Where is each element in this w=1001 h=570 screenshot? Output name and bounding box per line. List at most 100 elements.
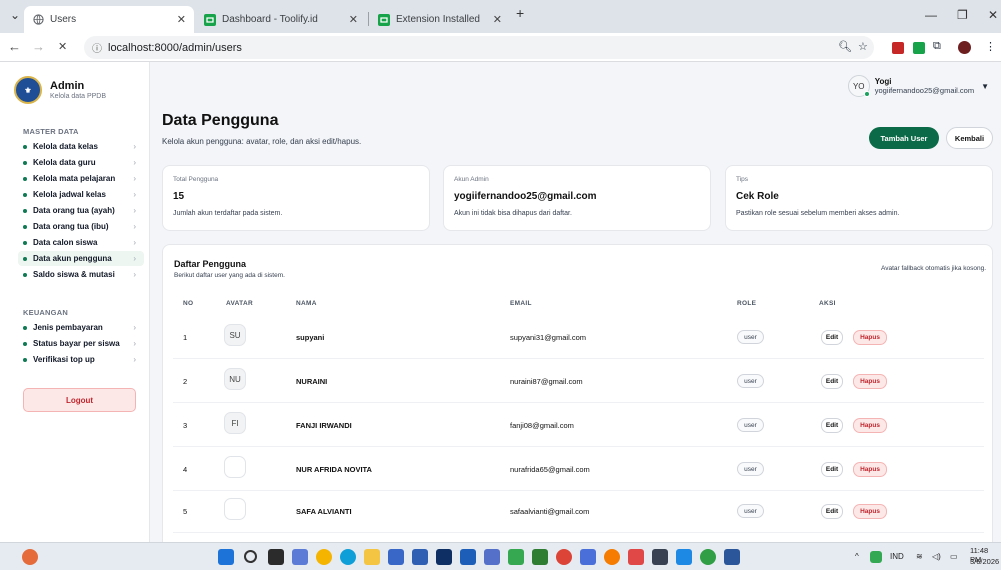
- edit-button[interactable]: Edit: [821, 418, 843, 433]
- tab-title: Users: [50, 14, 77, 25]
- sidebar-item-kelola-mata-pelajaran[interactable]: Kelola mata pelajaran ›: [18, 171, 144, 186]
- taskbar: ^ IND ≋ ◁) ▭ 11:48 PM 3/6/2026: [0, 542, 1001, 570]
- tray-app-icon[interactable]: [870, 551, 882, 563]
- edge-icon[interactable]: [340, 549, 356, 565]
- tab-users[interactable]: Users ✕: [24, 6, 194, 33]
- tab-list-icon[interactable]: ⌄: [10, 8, 20, 22]
- battery-icon[interactable]: ▭: [950, 552, 958, 561]
- sidebar-item-data-calon-siswa[interactable]: Data calon siswa ›: [18, 235, 144, 250]
- chrome-profile-icon[interactable]: [700, 549, 716, 565]
- sidebar-item-kelola-data-guru[interactable]: Kelola data guru ›: [18, 155, 144, 170]
- sidebar-item-verifikasi-top-up[interactable]: Verifikasi top up ›: [18, 352, 144, 367]
- card-description: Pastikan role sesuai sebelum memberi aks…: [736, 210, 900, 217]
- sidebar-item-data-orang-tua-ibu[interactable]: Data orang tua (ibu) ›: [18, 219, 144, 234]
- caret-down-icon[interactable]: ▼: [981, 82, 989, 91]
- app-icon[interactable]: [460, 549, 476, 565]
- bullet-icon: [23, 325, 27, 330]
- excel-icon[interactable]: [532, 549, 548, 565]
- app-icon[interactable]: [316, 549, 332, 565]
- delete-button[interactable]: Hapus: [853, 418, 887, 433]
- back-icon[interactable]: ←: [8, 39, 21, 54]
- app-icon[interactable]: [412, 549, 428, 565]
- extension-red-icon[interactable]: [892, 42, 904, 54]
- delete-button[interactable]: Hapus: [853, 330, 887, 345]
- delete-button[interactable]: Hapus: [853, 504, 887, 519]
- sidebar-item-label: Kelola data guru: [33, 158, 96, 167]
- windows-start-icon[interactable]: [218, 549, 234, 565]
- avatar: YO: [847, 75, 870, 97]
- clock-date[interactable]: 3/6/2026: [970, 557, 999, 566]
- close-icon[interactable]: ✕: [349, 13, 358, 26]
- chevron-up-icon[interactable]: ^: [855, 552, 859, 561]
- terminal-icon[interactable]: [652, 549, 668, 565]
- row-divider: [173, 358, 984, 359]
- extensions-puzzle-icon[interactable]: ⧉: [933, 40, 941, 53]
- weather-icon[interactable]: [22, 549, 38, 565]
- file-explorer-icon[interactable]: [364, 549, 380, 565]
- task-view-icon[interactable]: [268, 549, 284, 565]
- sidebar-item-jenis-pembayaran[interactable]: Jenis pembayaran ›: [18, 320, 144, 335]
- sidebar-item-saldo-siswa-mutasi[interactable]: Saldo siswa & mutasi ›: [18, 267, 144, 282]
- volume-icon[interactable]: ◁): [932, 552, 941, 561]
- sidebar-item-data-orang-tua-ayah[interactable]: Data orang tua (ayah) ›: [18, 203, 144, 218]
- brand-title: Admin: [50, 80, 85, 92]
- app-icon[interactable]: [580, 549, 596, 565]
- wifi-icon[interactable]: ≋: [916, 552, 923, 561]
- close-icon[interactable]: ✕: [493, 13, 502, 26]
- sidebar-item-kelola-jadwal-kelas[interactable]: Kelola jadwal kelas ›: [18, 187, 144, 202]
- delete-button[interactable]: Hapus: [853, 374, 887, 389]
- url-input[interactable]: ⓘ localhost:8000/admin/users: [84, 36, 874, 59]
- card-label: Total Pengguna: [173, 176, 219, 183]
- close-window-icon[interactable]: ✕: [988, 8, 998, 22]
- app-icon[interactable]: [628, 549, 644, 565]
- avatar: SU: [224, 324, 246, 346]
- sidebar-item-kelola-data-kelas[interactable]: Kelola data kelas ›: [18, 139, 144, 154]
- search-icon[interactable]: [244, 550, 257, 563]
- app-icon[interactable]: [484, 549, 500, 565]
- delete-button[interactable]: Hapus: [853, 462, 887, 477]
- back-button[interactable]: Kembali: [946, 127, 993, 149]
- new-tab-icon[interactable]: +: [516, 5, 524, 21]
- logout-button[interactable]: Logout: [23, 388, 136, 412]
- menu-dots-icon[interactable]: ⋮: [985, 40, 996, 53]
- photoshop-icon[interactable]: [436, 549, 452, 565]
- tab-dashboard[interactable]: Dashboard - Toolify.id ✕: [196, 6, 366, 33]
- vscode-icon[interactable]: [676, 549, 692, 565]
- edit-button[interactable]: Edit: [821, 462, 843, 477]
- cell-name: supyani: [296, 333, 325, 342]
- language-indicator[interactable]: IND: [890, 552, 904, 561]
- edit-button[interactable]: Edit: [821, 374, 843, 389]
- close-icon[interactable]: ✕: [177, 13, 186, 26]
- app-icon[interactable]: [508, 549, 524, 565]
- add-user-button[interactable]: Tambah User: [869, 127, 939, 149]
- extension-toolify-icon[interactable]: [913, 42, 925, 54]
- teams-icon[interactable]: [292, 549, 308, 565]
- restore-icon[interactable]: ❐: [957, 8, 968, 22]
- user-menu[interactable]: YO Yogi yogiifernandoo25@gmail.com ▼: [847, 75, 989, 97]
- forward-icon[interactable]: →: [32, 39, 45, 54]
- minimize-icon[interactable]: —: [925, 8, 937, 22]
- chrome-icon[interactable]: [556, 549, 572, 565]
- cell-no: 5: [183, 507, 188, 516]
- zoom-icon[interactable]: 🔍︎: [838, 40, 852, 53]
- word-icon[interactable]: [724, 549, 740, 565]
- sidebar-item-data-akun-pengguna[interactable]: Data akun pengguna ›: [18, 251, 144, 266]
- tab-extension-installed[interactable]: Extension Installed ✕: [370, 6, 510, 33]
- app-icon[interactable]: [604, 549, 620, 565]
- chevron-right-icon: ›: [133, 323, 136, 332]
- sidebar-item-status-bayar[interactable]: Status bayar per siswa ›: [18, 336, 144, 351]
- stop-icon[interactable]: ✕: [58, 40, 67, 53]
- section-label-master-data: MASTER DATA: [23, 127, 79, 136]
- app-icon[interactable]: [388, 549, 404, 565]
- page-subtitle: Kelola akun pengguna: avatar, role, dan …: [162, 137, 362, 146]
- edit-button[interactable]: Edit: [821, 504, 843, 519]
- profile-avatar-icon[interactable]: [958, 41, 971, 54]
- edit-button[interactable]: Edit: [821, 330, 843, 345]
- star-icon[interactable]: ☆: [858, 40, 868, 53]
- role-badge: user: [737, 462, 764, 476]
- stat-card-total-users: Total Pengguna 15 Jumlah akun terdaftar …: [162, 165, 430, 231]
- sidebar-item-label: Data orang tua (ibu): [33, 222, 109, 231]
- avatar: FI: [224, 412, 246, 434]
- info-icon[interactable]: ⓘ: [92, 40, 102, 55]
- card-label: Akun Admin: [454, 176, 489, 183]
